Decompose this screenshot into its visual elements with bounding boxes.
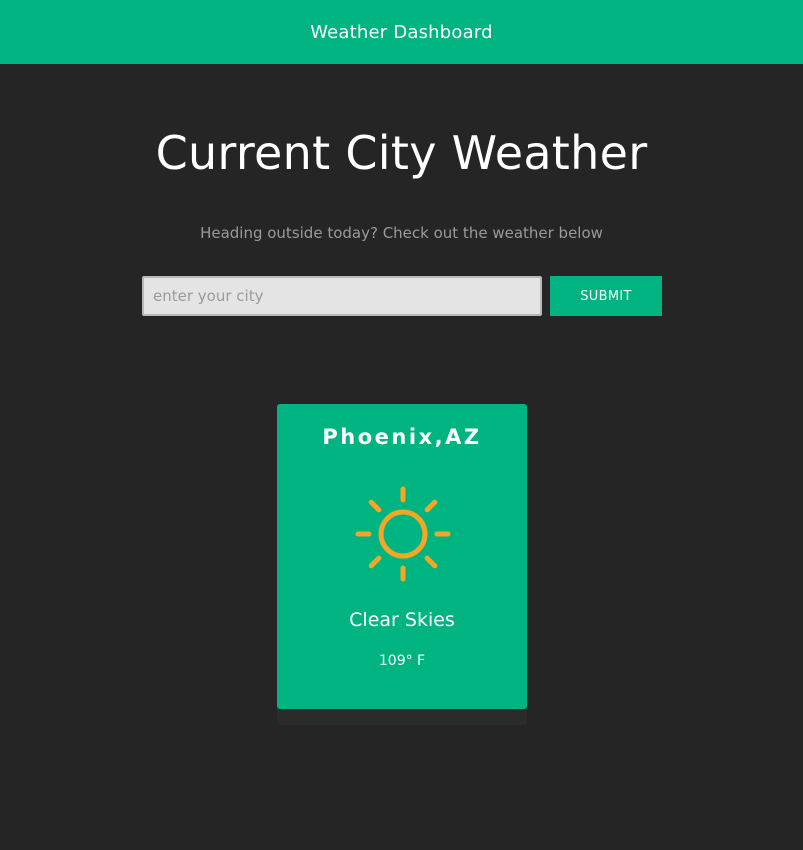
app-title: Weather Dashboard — [310, 21, 493, 43]
city-search-input[interactable] — [142, 276, 542, 316]
page-subtitle: Heading outside today? Check out the wea… — [200, 224, 603, 242]
submit-button[interactable]: SUBMIT — [550, 276, 662, 316]
top-bar: Weather Dashboard — [0, 0, 803, 64]
weather-card: Phoenix,AZ Clear Skies 109° F — [277, 404, 527, 709]
card-temperature: 109° F — [378, 653, 426, 669]
card-city-name: Phoenix,AZ — [322, 425, 482, 449]
sun-icon — [355, 486, 451, 582]
page-title: Current City Weather — [155, 126, 648, 180]
card-weather-condition: Clear Skies — [349, 609, 455, 631]
